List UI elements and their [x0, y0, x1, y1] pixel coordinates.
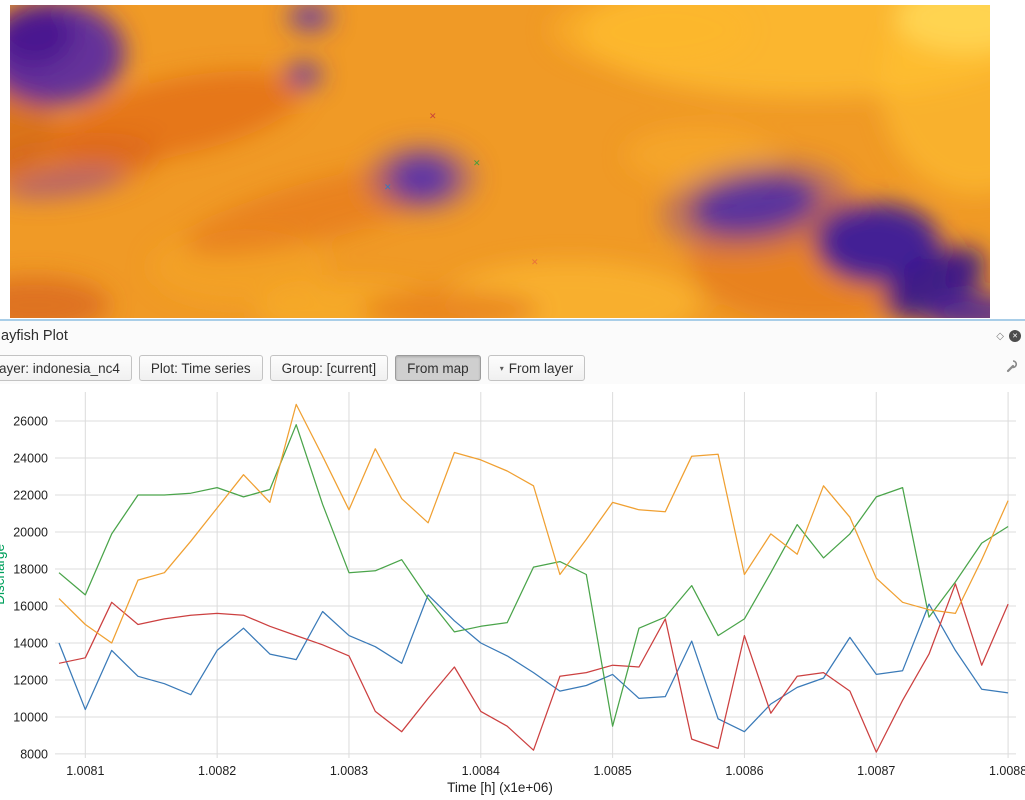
dropdown-arrow-icon: ▾ — [500, 364, 504, 373]
y-tick-label: 8000 — [20, 747, 48, 761]
x-tick-label: 1.0086 — [725, 764, 763, 778]
layer-select-button[interactable]: ayer: indonesia_nc4 — [0, 355, 132, 381]
x-tick-label: 1.0084 — [462, 764, 500, 778]
close-panel-icon[interactable]: ✕ — [1009, 330, 1021, 342]
plot-panel: ayfish Plot ◇ ✕ ayer: indonesia_nc4 Plot… — [0, 321, 1025, 800]
map-marker-green: ✕ — [473, 159, 481, 168]
float-panel-icon[interactable]: ◇ — [996, 331, 1004, 342]
x-tick-label: 1.0087 — [857, 764, 895, 778]
series-line-green — [59, 425, 1008, 727]
x-tick-label: 1.0085 — [594, 764, 632, 778]
panel-title: ayfish Plot — [1, 328, 68, 344]
plot-toolbar: ayer: indonesia_nc4 Plot: Time series Gr… — [0, 351, 1025, 384]
y-tick-label: 16000 — [13, 599, 48, 613]
panel-header: ayfish Plot ◇ ✕ — [0, 321, 1025, 351]
from-map-button[interactable]: From map — [395, 355, 481, 381]
y-tick-label: 26000 — [13, 415, 48, 429]
wrench-icon[interactable] — [1005, 359, 1019, 378]
y-tick-label: 18000 — [13, 562, 48, 576]
y-tick-label: 12000 — [13, 673, 48, 687]
map-marker-blue: ✕ — [384, 183, 392, 192]
chart-plot-area: 8000 10000 12000 14000 16000 18000 20000 22000 2… — [0, 384, 1025, 800]
y-axis-label: Discharge — [0, 544, 7, 605]
x-axis-label: Time [h] (x1e+06) — [447, 780, 553, 795]
series-line-blue — [59, 595, 1008, 732]
from-layer-label: From layer — [509, 361, 574, 376]
series-line-red — [59, 584, 1008, 752]
map-canvas[interactable]: ✕ ✕ ✕ ✕ — [10, 5, 990, 318]
x-tick-label: 1.0082 — [198, 764, 236, 778]
from-layer-button[interactable]: ▾ From layer — [488, 355, 586, 381]
y-tick-label: 22000 — [13, 489, 48, 503]
y-tick-label: 10000 — [13, 710, 48, 724]
x-tick-label: 1.0081 — [66, 764, 104, 778]
time-series-chart: 8000 10000 12000 14000 16000 18000 20000 22000 2… — [0, 384, 1025, 800]
map-marker-red: ✕ — [429, 112, 437, 121]
y-tick-label: 24000 — [13, 452, 48, 466]
application-window: ✕ ✕ ✕ ✕ ayfish Plot ◇ ✕ ayer: indonesia_nc4… — [0, 0, 1025, 800]
x-tick-label: 1.0088 — [989, 764, 1025, 778]
plot-type-button[interactable]: Plot: Time series — [139, 355, 263, 381]
y-tick-label: 14000 — [13, 636, 48, 650]
y-tick-label: 20000 — [13, 526, 48, 540]
map-marker-layer: ✕ ✕ ✕ ✕ — [10, 5, 990, 318]
group-select-button[interactable]: Group: [current] — [270, 355, 389, 381]
series-line-orange — [59, 404, 1008, 643]
map-marker-orange: ✕ — [531, 258, 539, 267]
x-tick-label: 1.0083 — [330, 764, 368, 778]
